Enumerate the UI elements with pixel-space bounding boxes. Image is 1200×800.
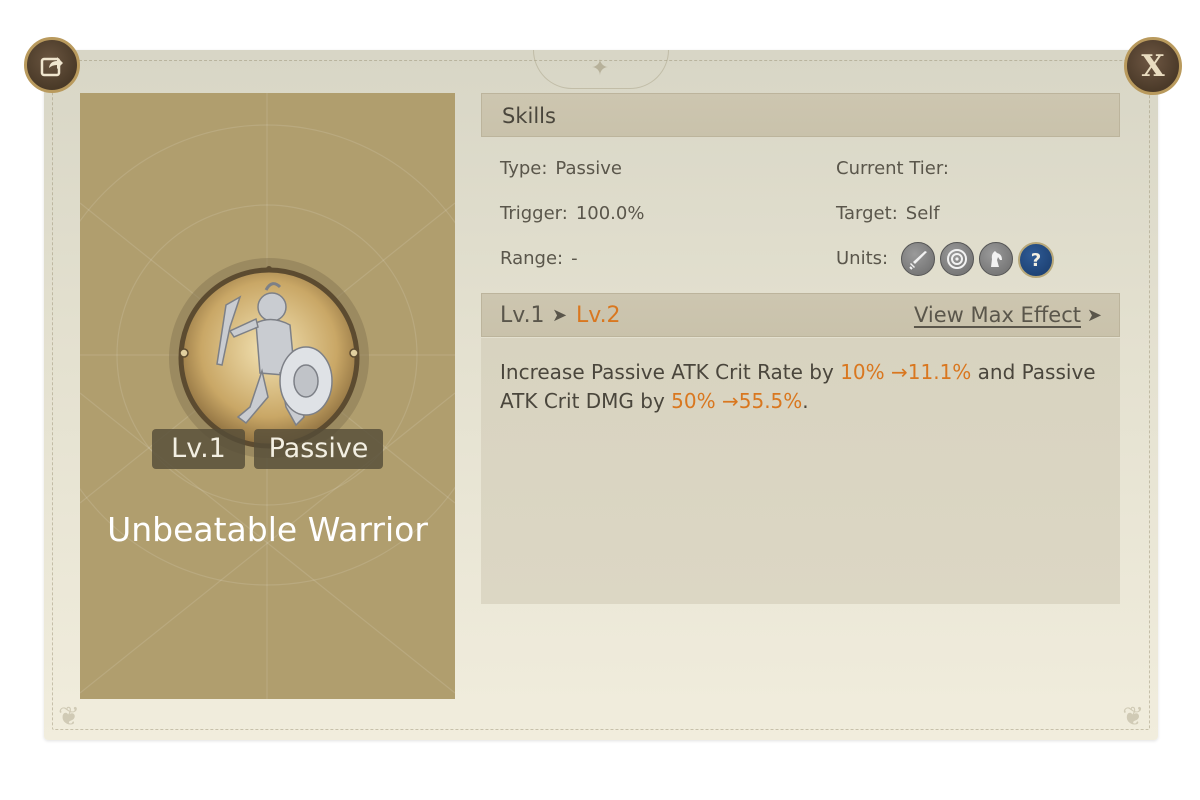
stat-target-label: Target:	[836, 203, 898, 224]
leaf-ornament-right: ❦	[1122, 702, 1144, 732]
target-icon[interactable]	[940, 242, 974, 276]
stat-range: Range: -	[500, 248, 578, 269]
level-to: Lv.2	[576, 303, 621, 328]
skills-title: Skills	[502, 104, 556, 128]
stat-range-label: Range:	[500, 248, 564, 269]
effect-crit-dmg-change: 50% →55.5%	[671, 389, 803, 413]
stat-current-tier: Current Tier:	[836, 158, 949, 179]
level-from: Lv.1	[500, 303, 545, 328]
question-icon[interactable]: ?	[1018, 242, 1054, 278]
stat-type-label: Type:	[500, 158, 548, 179]
view-max-arrow-icon[interactable]: ➤	[1087, 305, 1102, 326]
stat-target-value: Self	[905, 203, 940, 224]
effect-box: Increase Passive ATK Crit Rate by 10% →1…	[481, 338, 1120, 604]
effect-crit-rate-change: 10% →11.1%	[840, 360, 972, 384]
stat-trigger-value: 100.0%	[575, 203, 645, 224]
skills-header: Skills	[481, 93, 1120, 137]
leaf-ornament-left: ❦	[58, 702, 80, 732]
stat-units: Units:	[836, 248, 888, 269]
level-arrow-icon: ➤	[552, 305, 568, 326]
stat-units-label: Units:	[836, 248, 889, 269]
share-icon	[40, 57, 63, 77]
stat-range-value: -	[571, 248, 578, 269]
stat-type: Type: Passive	[500, 158, 622, 179]
level-header: Lv.1 ➤ Lv.2 View Max Effect ➤	[481, 293, 1120, 337]
stat-target: Target: Self	[836, 203, 940, 224]
stat-current-tier-label: Current Tier:	[836, 158, 949, 179]
question-glyph: ?	[1030, 249, 1042, 271]
effect-text-3: .	[802, 389, 809, 413]
close-icon: X	[1141, 48, 1165, 84]
share-button[interactable]	[24, 37, 80, 93]
view-max-effect-link[interactable]: View Max Effect	[914, 303, 1081, 327]
effect-text-1: Increase Passive ATK Crit Rate by	[500, 360, 841, 384]
horse-icon[interactable]	[979, 242, 1013, 276]
stat-type-value: Passive	[555, 158, 622, 179]
units-icons: ?	[901, 242, 1054, 278]
close-button[interactable]: X	[1124, 37, 1182, 95]
skill-name: Unbeatable Warrior	[107, 510, 428, 549]
effect-description: Increase Passive ATK Crit Rate by 10% →1…	[500, 358, 1100, 416]
compass-star-ornament: ✦	[590, 56, 610, 81]
sword-icon[interactable]	[901, 242, 935, 276]
skill-level-badge: Lv.1	[152, 429, 245, 469]
stat-trigger: Trigger: 100.0%	[500, 203, 644, 224]
stat-trigger-label: Trigger:	[500, 203, 568, 224]
skill-type-badge: Passive	[254, 429, 383, 469]
